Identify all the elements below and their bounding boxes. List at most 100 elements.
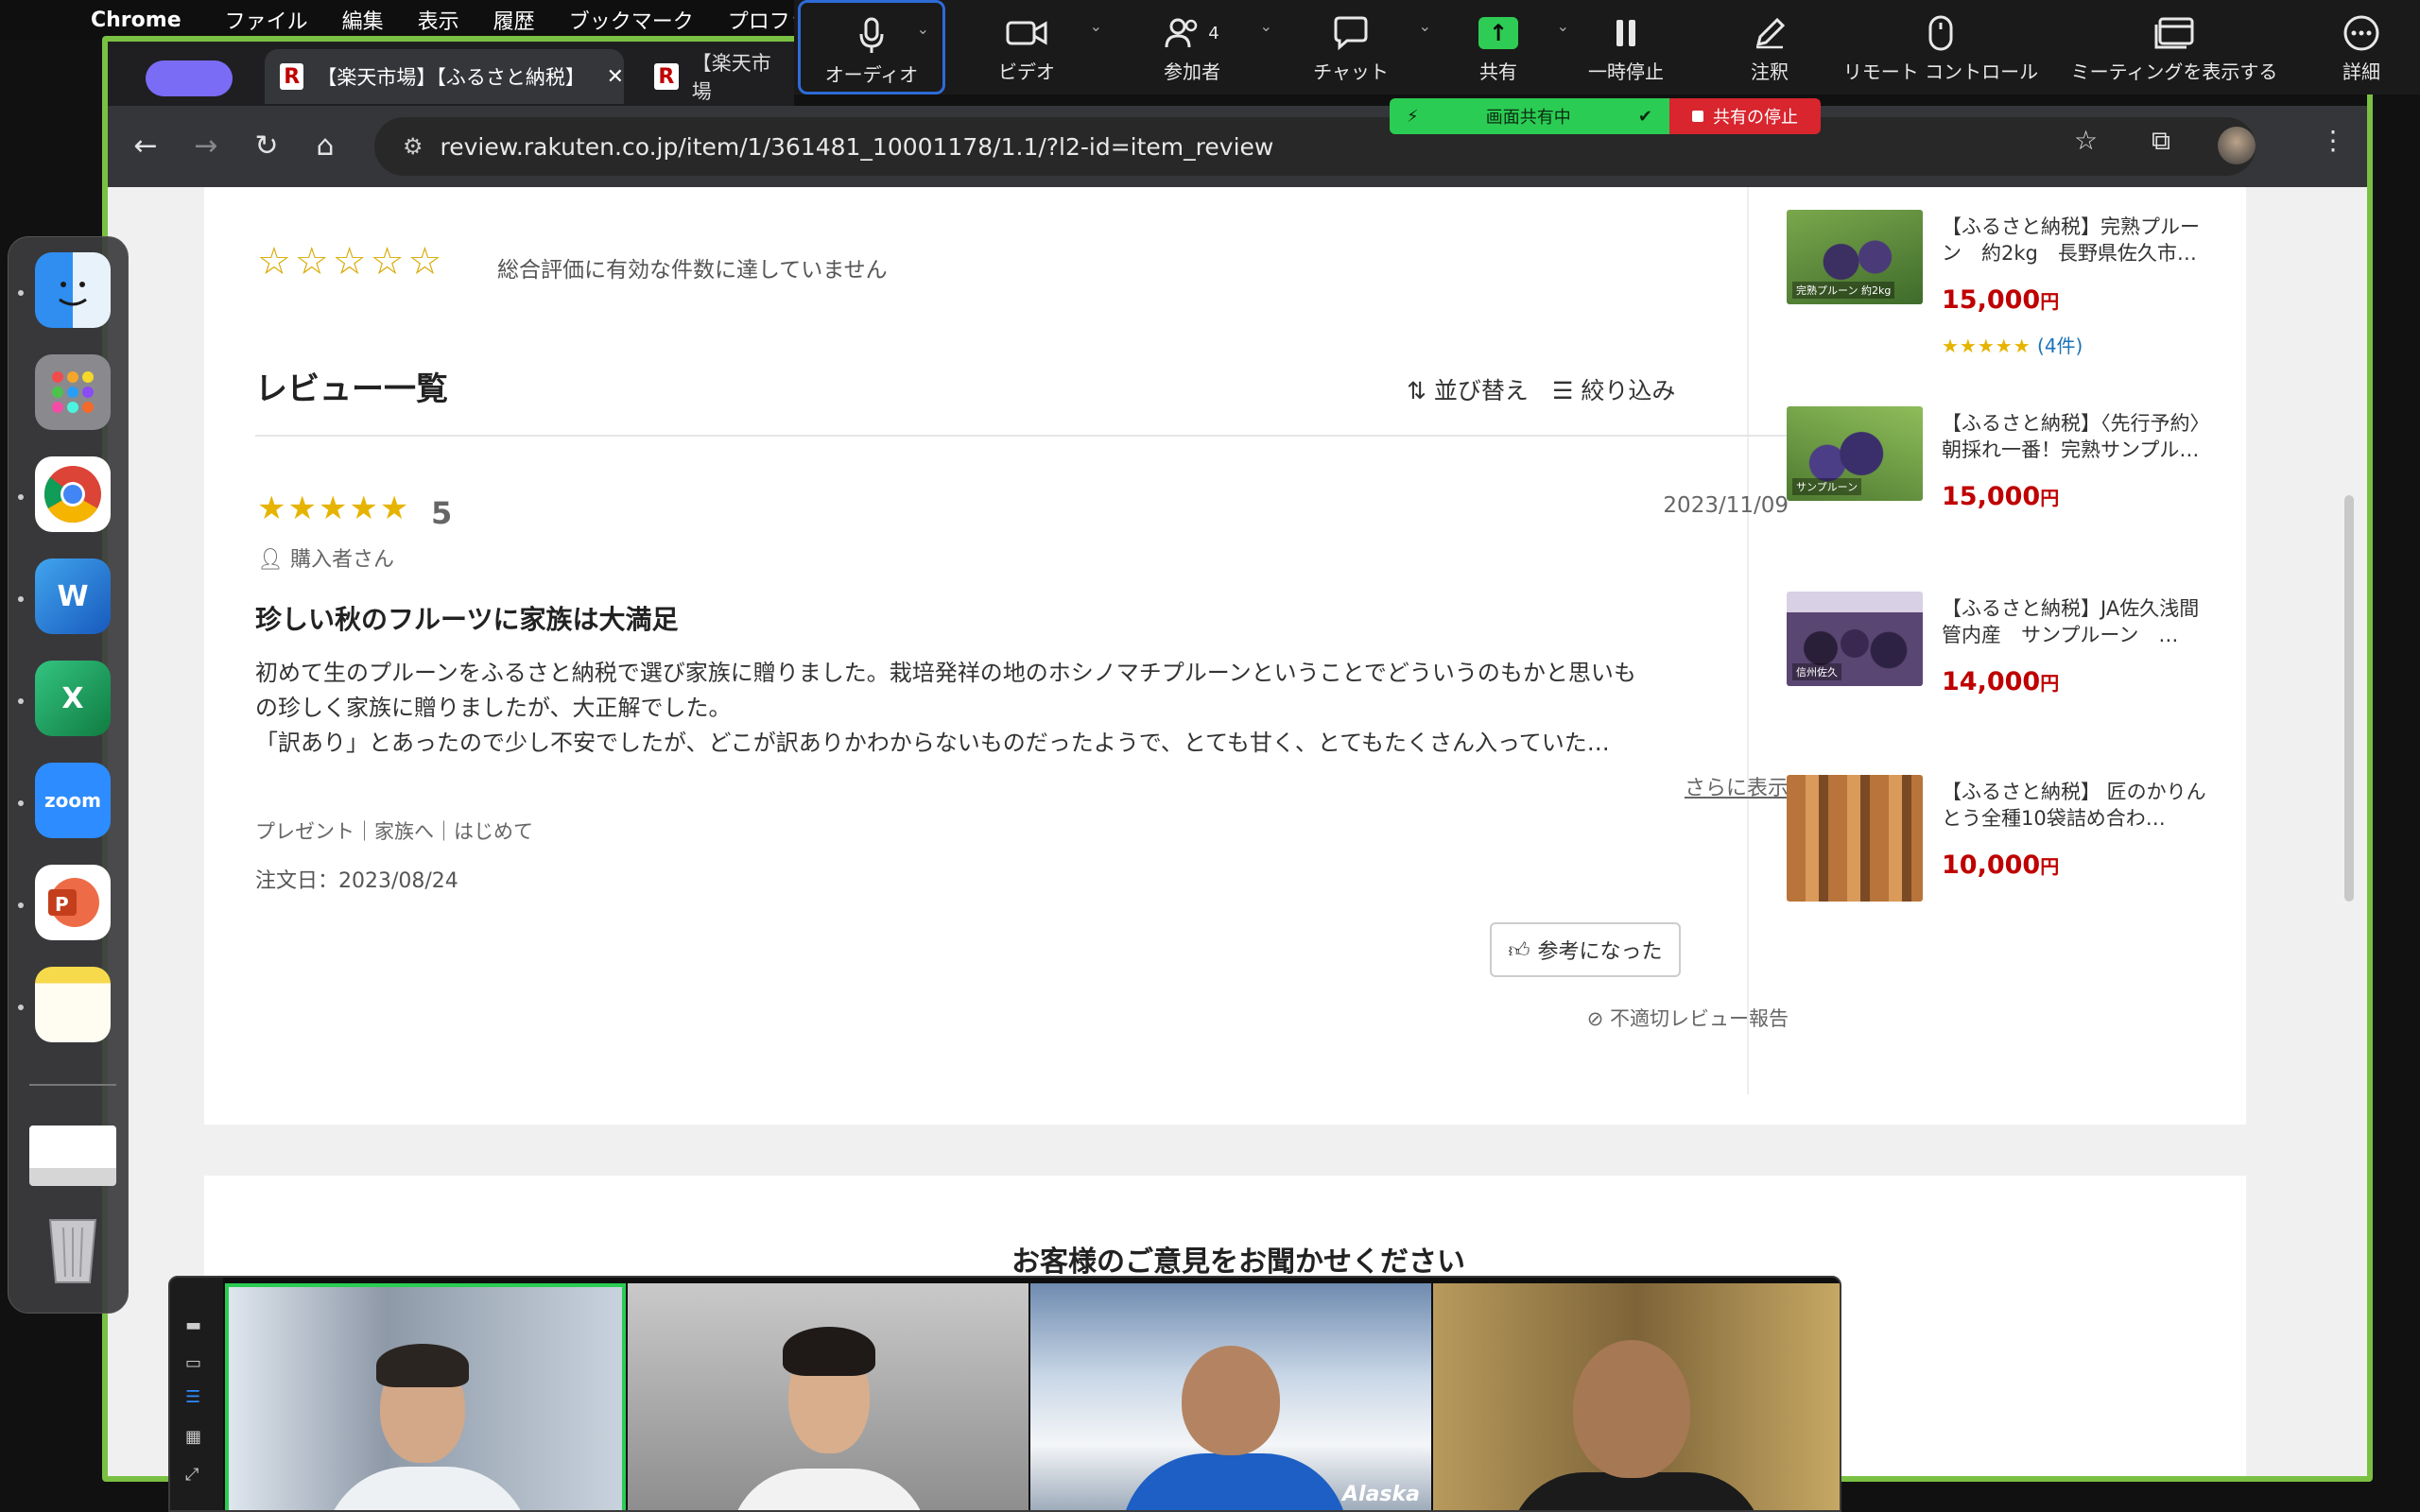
chevron-down-icon[interactable]: ⌄ (1090, 17, 1102, 35)
chevron-down-icon[interactable]: ⌄ (1260, 17, 1272, 35)
related-item[interactable]: サンプルーン 【ふるさと納税】〈先行予約〉朝採れ一番！完熟サンプル… 15,00… (1787, 406, 2231, 567)
strip-view-icon[interactable]: ☰ (185, 1387, 200, 1407)
report-review-link[interactable]: ⊘ 不適切レビュー報告 (1469, 1004, 1789, 1032)
expand-icon[interactable]: ⤢ (185, 1465, 199, 1485)
pause-icon (1614, 9, 1638, 57)
participants-button[interactable]: 4 参加者 ⌄ (1140, 0, 1272, 94)
drag-handle-icon[interactable]: ⚡ (1407, 107, 1419, 127)
sharing-status-text: 画面共有中 (1485, 108, 1571, 128)
word-icon[interactable]: W (35, 558, 111, 634)
participant-figure (323, 1467, 531, 1510)
video-button[interactable]: ビデオ ⌄ (979, 0, 1102, 94)
app-menu-chrome[interactable]: Chrome (91, 9, 182, 32)
shield-check-icon: ✔ (1637, 106, 1652, 127)
column-divider (1747, 187, 1749, 1094)
finder-icon[interactable] (35, 252, 111, 328)
menu-view[interactable]: 表示 (418, 5, 459, 35)
menu-bookmarks[interactable]: ブックマーク (569, 5, 694, 35)
trash-icon[interactable] (35, 1211, 111, 1286)
helpful-button[interactable]: 👍︎ 参考になった (1490, 922, 1681, 977)
excel-icon[interactable]: X (35, 661, 111, 736)
feedback-heading: お客様のご意見をお聞かせください (1011, 1246, 1465, 1279)
participant-video-tile[interactable] (628, 1283, 1028, 1510)
product-title: 【ふるさと納税】 匠のかりんとう全種10袋詰め合わ… (1942, 781, 2206, 830)
bookmark-star-icon[interactable]: ☆ (2074, 125, 2098, 156)
filter-button[interactable]: ☰ 絞り込み (1552, 372, 1675, 406)
minimized-window-thumbnail[interactable] (29, 1125, 116, 1186)
tab-inactive[interactable]: R 【楽天市場 (639, 49, 790, 104)
annotate-button[interactable]: 注釈 (1734, 0, 1806, 94)
show-more-link[interactable]: さらに表示 (1582, 771, 1789, 801)
browser-tabstrip: R 【楽天市場】【ふるさと納税】 ✕ R 【楽天市場 (108, 42, 794, 106)
chrome-icon[interactable] (35, 456, 111, 532)
participant-figure (1509, 1472, 1764, 1510)
gallery-grid-icon[interactable]: ▦ (185, 1427, 201, 1447)
minimize-icon[interactable]: ▬ (185, 1315, 201, 1335)
related-item[interactable]: 完熟プルーン 約2kg 【ふるさと納税】完熟プルーン 約2kg 長野県佐久市… … (1787, 210, 2231, 370)
sharing-indicator[interactable]: ⚡ 画面共有中 ✔ (1390, 98, 1669, 134)
participant-video-tile[interactable]: Alaska (1030, 1283, 1431, 1510)
menu-edit[interactable]: 編集 (342, 5, 384, 35)
microphone-icon (857, 12, 886, 60)
stop-square-icon (1692, 111, 1703, 122)
profile-switcher[interactable] (146, 60, 233, 96)
share-screen-button[interactable]: ↑ 共有 ⌄ (1456, 0, 1569, 94)
site-info-icon[interactable]: ⚙ (403, 133, 424, 160)
speaker-view-icon[interactable]: ▭ (185, 1353, 201, 1373)
zoom-app-icon[interactable]: zoom (35, 763, 111, 838)
product-title: 【ふるさと納税】JA佐久浅間管内産 サンプルーン … (1942, 597, 2200, 646)
reload-icon[interactable]: ↻ (248, 127, 285, 164)
address-bar[interactable]: ⚙ review.rakuten.co.jp/item/1/361481_100… (374, 117, 2256, 176)
remote-control-button[interactable]: リモート コントロール (1841, 0, 2040, 94)
pencil-icon (1753, 9, 1787, 57)
powerpoint-icon[interactable]: P (35, 865, 111, 940)
product-thumbnail: 完熟プルーン 約2kg (1787, 210, 1923, 304)
pause-share-button[interactable]: 一時停止 (1579, 0, 1673, 94)
launchpad-icon[interactable] (35, 354, 111, 430)
product-thumbnail (1787, 775, 1923, 902)
participant-face (1573, 1340, 1690, 1478)
review-score: 5 (431, 495, 453, 531)
tab-close-icon[interactable]: ✕ (607, 65, 624, 89)
page-scrollbar[interactable] (2344, 495, 2354, 902)
product-thumbnail: サンプルーン (1787, 406, 1923, 501)
show-meeting-button[interactable]: ミーティングを表示する (2061, 0, 2288, 94)
running-indicator (18, 800, 24, 806)
tab-title: 【楽天市場】【ふるさと納税】 (317, 66, 585, 89)
more-label: 詳細 (2342, 60, 2380, 83)
home-icon[interactable]: ⌂ (306, 127, 344, 164)
related-item[interactable]: 信州佐久 【ふるさと納税】JA佐久浅間管内産 サンプルーン … 14,000円 (1787, 592, 2231, 752)
more-button[interactable]: 詳細 (2325, 0, 2397, 94)
chat-button[interactable]: チャット ⌄ (1299, 0, 1431, 94)
related-item[interactable]: 【ふるさと納税】 匠のかりんとう全種10袋詰め合わ… 10,000円 (1787, 775, 2231, 936)
mouse-icon (1927, 9, 1954, 57)
chevron-down-icon[interactable]: ⌄ (917, 20, 929, 38)
extensions-puzzle-icon[interactable]: ⧉ (2152, 125, 2170, 157)
chevron-down-icon[interactable]: ⌄ (1419, 17, 1431, 35)
review-title: 珍しい秋のフルーツに家族は大満足 (255, 604, 679, 635)
browser-menu-icon[interactable]: ⋮ (2320, 125, 2346, 156)
participant-video-tile[interactable] (225, 1283, 626, 1510)
menu-history[interactable]: 履歴 (493, 5, 535, 35)
back-arrow-icon[interactable]: ← (127, 127, 164, 164)
filter-sliders-icon: ☰ (1552, 377, 1574, 404)
dock-separator (29, 1084, 116, 1086)
review-body-line: 「訳あり」とあったので少し不安でしたが、どこが訳ありかわからないものだったようで… (255, 730, 1610, 756)
order-date: 注文日：2023/08/24 (255, 869, 458, 893)
chevron-down-icon[interactable]: ⌄ (1557, 17, 1569, 35)
stop-share-label: 共有の停止 (1713, 108, 1798, 128)
participant-video-tile[interactable] (1433, 1283, 1840, 1510)
participant-hair (783, 1327, 875, 1376)
audio-button[interactable]: オーディオ ⌄ (798, 0, 945, 94)
sort-button[interactable]: ⇅ 並び替え (1407, 372, 1529, 406)
profile-avatar[interactable] (2218, 127, 2256, 164)
product-price: 10,000円 (1942, 850, 2060, 880)
stop-share-button[interactable]: 共有の停止 (1669, 98, 1821, 134)
tab-active[interactable]: R 【楽天市場】【ふるさと納税】 ✕ (265, 49, 624, 104)
menu-file[interactable]: ファイル (225, 5, 308, 35)
product-thumbnail: 信州佐久 (1787, 592, 1923, 686)
forward-arrow-icon[interactable]: → (187, 127, 225, 164)
browser-toolbar: ← → ↻ ⌂ ⚙ review.rakuten.co.jp/item/1/36… (108, 106, 2367, 187)
filter-label: 絞り込み (1581, 377, 1676, 404)
notes-icon[interactable] (35, 967, 111, 1042)
